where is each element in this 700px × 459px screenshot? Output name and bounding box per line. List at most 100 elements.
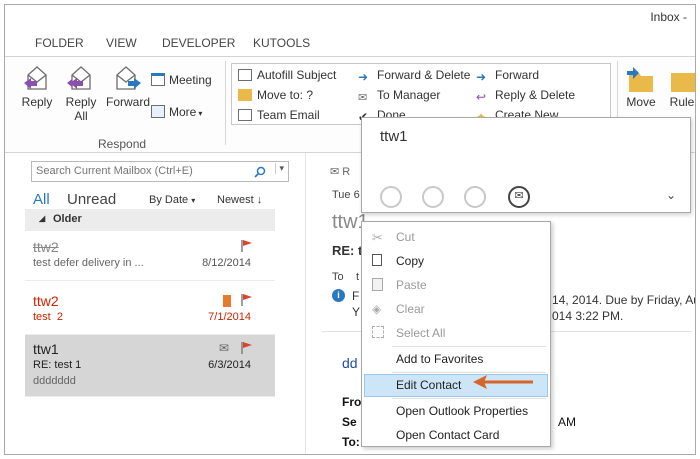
respond-group-label: Respond (98, 137, 147, 151)
tab-view[interactable]: VIEW (106, 36, 137, 50)
chevron-down-icon: ▾ (198, 109, 203, 118)
quick-step-move-to[interactable]: Move to: ? (238, 88, 313, 102)
menu-item-add-to-favorites[interactable]: Add to Favorites (364, 348, 548, 371)
filter-all[interactable]: All (33, 191, 50, 208)
menu-item-open-contact-card[interactable]: Open Contact Card (364, 424, 548, 447)
info-icon: i (332, 289, 345, 302)
collapse-triangle-icon: ◢ (39, 214, 46, 223)
header-from: Fro (342, 395, 362, 409)
expand-card-icon[interactable]: ⌄ (666, 188, 676, 202)
mail-from: ttw2 (33, 293, 59, 309)
quick-step-autofill-subject[interactable]: Autofill Subject (238, 68, 336, 82)
to-recipient[interactable]: t (356, 271, 359, 283)
copy-icon (372, 254, 382, 266)
menu-item-copy[interactable]: Copy (364, 250, 548, 273)
reply-all-label-1: Reply (65, 95, 97, 109)
sort-order[interactable]: Newest ↓ (217, 194, 262, 206)
email-icon[interactable]: ✉ (508, 186, 530, 208)
group-header-older[interactable]: ◢ Older (25, 209, 275, 231)
search-scope-dropdown[interactable]: ▾ (275, 163, 284, 174)
quick-step-forward-delete[interactable]: ➜ Forward & Delete (358, 68, 471, 84)
filter-bar: All Unread By Date ▾ Newest ↓ (31, 191, 281, 211)
video-icon[interactable] (464, 186, 486, 208)
flag-icon[interactable] (241, 341, 253, 355)
meeting-button[interactable]: Meeting (151, 73, 212, 87)
menu-item-clear[interactable]: ◈ Clear (364, 298, 548, 321)
header-sent: Se (342, 415, 357, 429)
contact-name: ttw1 (380, 128, 408, 145)
window-title: Inbox - (650, 10, 687, 24)
quick-step-team-email[interactable]: Team Email (238, 108, 320, 122)
menu-separator (392, 346, 546, 347)
mail-item-selected[interactable]: ttw1 ✉ RE: test 1 6/3/2014 ddddddd (25, 335, 275, 397)
arrow-down-icon: ↓ (256, 194, 263, 206)
search-icon[interactable] (254, 166, 266, 178)
mail-date: 6/3/2014 (208, 359, 251, 371)
menu-item-cut[interactable]: ✂ Cut (364, 226, 548, 249)
more-button[interactable]: More ▾ (151, 105, 202, 119)
sort-label: By Date (149, 194, 189, 206)
reply-label: Reply (21, 95, 53, 109)
message-date: Tue 6 (332, 189, 360, 201)
tab-kutools[interactable]: KUTOOLS (253, 36, 310, 50)
mail-thread-count: 2 (56, 311, 63, 323)
mail-subject-text: test (33, 311, 51, 323)
select-all-icon (372, 326, 384, 338)
quick-step-label: Move to: ? (257, 88, 314, 102)
chevron-down-icon: ▾ (191, 196, 196, 205)
move-folder-icon (627, 67, 653, 92)
menu-item-label: Copy (396, 254, 425, 268)
mail-item[interactable]: ttw2 test 2 7/1/2014 (25, 287, 275, 335)
mail-item[interactable]: ttw2 test defer delivery in ... 8/12/201… (25, 233, 275, 281)
menu-item-label: Cut (396, 230, 415, 244)
menu-item-paste[interactable]: Paste (364, 274, 548, 297)
reply-button[interactable]: Reply (17, 63, 57, 109)
more-icon (151, 105, 165, 118)
mail-from: ttw2 (33, 239, 59, 255)
call-icon[interactable] (422, 186, 444, 208)
move-button[interactable]: Move (623, 65, 659, 109)
mail-date: 7/1/2014 (208, 311, 251, 323)
menu-item-label: Clear (396, 302, 425, 316)
quick-step-label: Forward & Delete (377, 68, 471, 82)
message-list-pane: ▾ All Unread By Date ▾ Newest ↓ ◢ Older … (5, 153, 289, 454)
menu-item-label: Add to Favorites (396, 352, 484, 366)
filter-unread[interactable]: Unread (67, 191, 116, 208)
sort-by-date[interactable]: By Date ▾ (149, 194, 195, 206)
im-icon[interactable] (380, 186, 402, 208)
eraser-icon: ◈ (372, 302, 382, 316)
body-text: dd (342, 355, 358, 371)
flag-icon[interactable] (241, 239, 253, 253)
search-input[interactable] (36, 165, 246, 177)
mail-subject: RE: test 1 (33, 359, 82, 371)
tab-folder[interactable]: FOLDER (35, 36, 84, 50)
header-sent-right: AM (558, 415, 576, 429)
annotation-arrow-icon (473, 375, 533, 389)
rules-button[interactable]: Rule (667, 65, 695, 109)
replied-icon: ✉ (218, 341, 229, 355)
reply-indicator: ✉ R (330, 165, 350, 178)
forward-button[interactable]: Forward (103, 63, 153, 109)
reply-all-button[interactable]: Reply All (61, 63, 101, 123)
info-line-2-right: 014 3:22 PM. (552, 309, 624, 323)
category-icon (223, 295, 231, 307)
reply-indicator-text: R (342, 166, 351, 178)
menu-separator (392, 398, 546, 399)
quick-step-to-manager[interactable]: ✉ To Manager (358, 88, 440, 104)
quick-step-reply-delete[interactable]: ↩ Reply & Delete (476, 88, 575, 104)
divider (225, 61, 226, 145)
menu-item-open-outlook-properties[interactable]: Open Outlook Properties (364, 400, 548, 423)
search-box[interactable]: ▾ (31, 161, 289, 182)
person-icon: ✉ (358, 92, 368, 104)
move-label: Move (626, 95, 656, 109)
tab-developer[interactable]: DEVELOPER (162, 36, 235, 50)
quick-step-forward[interactable]: ➜ Forward (476, 68, 539, 84)
flag-icon[interactable] (241, 293, 253, 307)
mail-from: ttw1 (33, 341, 59, 357)
reply-icon: ↩ (476, 90, 487, 104)
scissors-icon: ✂ (372, 230, 383, 245)
reply-all-label-2: All (74, 109, 88, 123)
reply-icon (24, 66, 47, 90)
menu-item-select-all[interactable]: Select All (364, 322, 548, 345)
group-header-label: Older (53, 213, 82, 225)
